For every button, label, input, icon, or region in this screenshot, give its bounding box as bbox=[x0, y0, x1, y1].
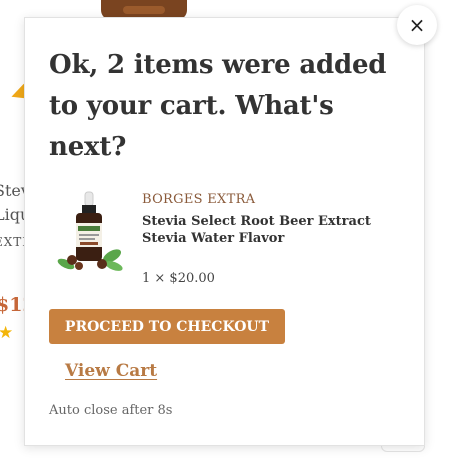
auto-close-countdown: Auto close after 8s bbox=[49, 403, 173, 418]
modal-title: Ok, 2 items were added to your cart. Wha… bbox=[49, 50, 387, 162]
view-cart-link[interactable]: View Cart bbox=[65, 361, 157, 381]
added-to-cart-modal: Ok, 2 items were added to your cart. Wha… bbox=[24, 17, 425, 446]
product-brand: BORGES EXTRA bbox=[142, 192, 256, 207]
product-thumbnail bbox=[57, 191, 123, 271]
proceed-to-checkout-button[interactable]: PROCEED TO CHECKOUT bbox=[49, 309, 285, 344]
close-button[interactable]: × bbox=[397, 5, 437, 45]
close-icon: × bbox=[408, 13, 426, 37]
product-name[interactable]: Stevia Select Root Beer Extract Stevia W… bbox=[142, 213, 402, 247]
quantity-price: 1 × $20.00 bbox=[142, 271, 215, 286]
